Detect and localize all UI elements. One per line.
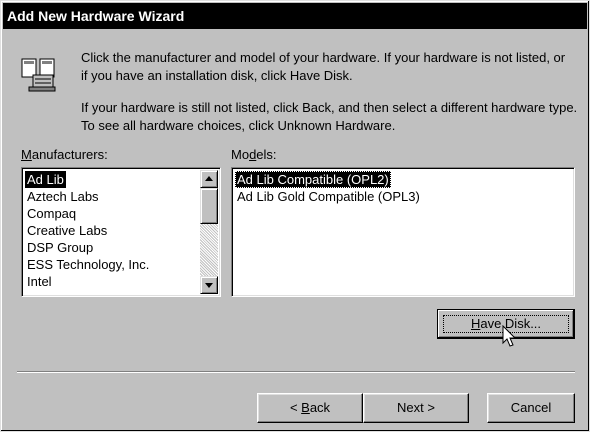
divider [17,371,575,373]
window-title: Add New Hardware Wizard [7,8,185,24]
arrow-up-icon [205,176,213,181]
manufacturers-scrollbar[interactable] [200,170,218,294]
list-item[interactable]: Intel [25,273,54,290]
models-list[interactable]: Ad Lib Compatible (OPL2) Ad Lib Gold Com… [231,167,575,297]
scroll-up-button[interactable] [200,170,218,188]
intro-text-secondary: If your hardware is still not listed, cl… [81,100,578,133]
scroll-thumb[interactable] [200,188,218,224]
manufacturers-label: Manufacturers: [21,147,108,162]
list-item[interactable]: Ad Lib Compatible (OPL2) [235,171,391,188]
arrow-cursor-icon [502,325,517,347]
list-item[interactable]: Creative Labs [25,222,109,239]
next-button[interactable]: Next > [363,393,469,423]
list-item[interactable]: Compaq [25,205,78,222]
list-item[interactable]: Aztech Labs [25,188,101,205]
list-item[interactable]: Ad Lib [25,171,66,188]
hardware-wizard-icon [21,58,56,92]
cancel-button[interactable]: Cancel [487,393,575,423]
list-item[interactable]: DSP Group [25,239,95,256]
list-item[interactable]: ESS Technology, Inc. [25,256,151,273]
add-new-hardware-wizard-window: Add New Hardware Wizard Click the manufa… [0,0,590,432]
scroll-down-button[interactable] [200,276,218,294]
arrow-down-icon [205,283,213,288]
title-bar[interactable]: Add New Hardware Wizard [3,3,587,29]
back-button[interactable]: < Back [257,393,363,423]
intro-text: Click the manufacturer and model of your… [81,50,566,83]
models-label: Models: [231,147,277,162]
manufacturers-list[interactable]: Ad Lib Aztech Labs Compaq Creative Labs … [21,167,221,297]
list-item[interactable]: Ad Lib Gold Compatible (OPL3) [235,188,422,205]
